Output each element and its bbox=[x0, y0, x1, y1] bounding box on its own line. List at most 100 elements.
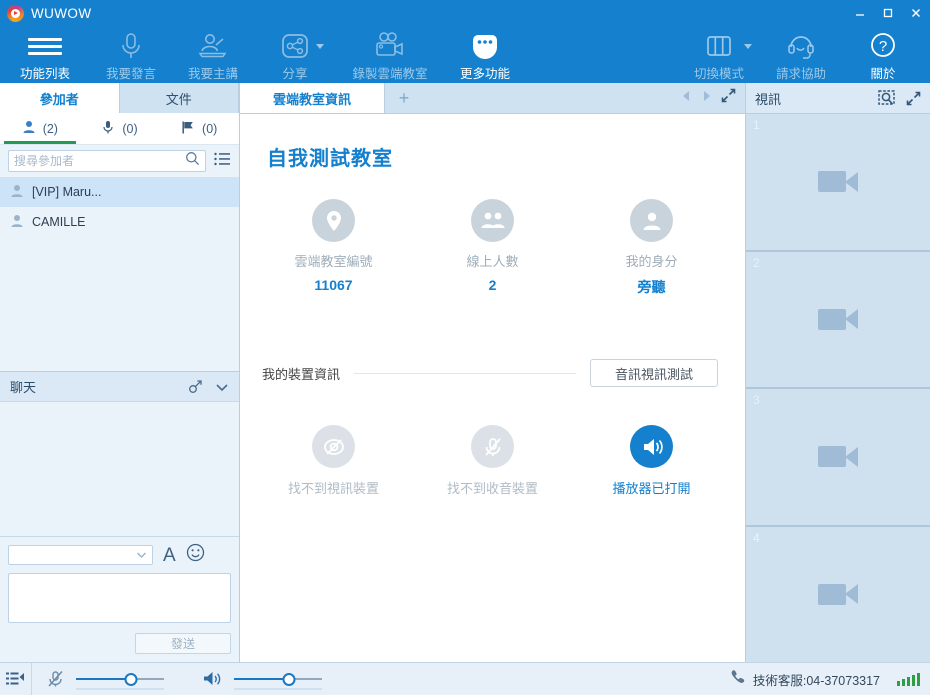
person-icon bbox=[10, 184, 24, 201]
toolbar-item-about[interactable]: ? 關於 bbox=[842, 28, 924, 83]
tab-participants[interactable]: 參加者 bbox=[0, 83, 120, 113]
page-title: 自我測試教室 bbox=[267, 148, 393, 170]
camera-placeholder-icon bbox=[818, 171, 858, 193]
participant-search-row bbox=[0, 145, 239, 177]
tab-documents[interactable]: 文件 bbox=[119, 83, 239, 113]
filter-raised-hand[interactable]: (0) bbox=[159, 120, 239, 138]
av-test-button[interactable]: 音訊視訊測試 bbox=[590, 359, 718, 387]
microphone-icon bbox=[118, 31, 144, 61]
list-view-icon[interactable] bbox=[214, 152, 231, 171]
speaker-volume-slider[interactable] bbox=[234, 672, 322, 690]
list-panel-icon[interactable] bbox=[0, 663, 32, 695]
filter-count: (0) bbox=[202, 121, 218, 136]
svg-text:?: ? bbox=[879, 38, 887, 55]
speaker-on-icon bbox=[630, 425, 673, 468]
popout-arrow-icon[interactable] bbox=[188, 379, 203, 394]
video-search-icon[interactable] bbox=[878, 89, 895, 107]
phone-icon bbox=[730, 669, 746, 690]
speaker-icon[interactable] bbox=[198, 670, 228, 688]
toolbar-item-menu[interactable]: 功能列表 bbox=[0, 28, 90, 83]
video-slot[interactable]: 3 bbox=[746, 389, 930, 527]
list-item[interactable]: CAMILLE bbox=[0, 207, 239, 237]
record-camera-icon bbox=[373, 31, 407, 61]
minimize-button[interactable] bbox=[846, 0, 874, 26]
search-icon[interactable] bbox=[185, 151, 200, 171]
status-bar: 技術客服:04-37073317 bbox=[0, 662, 930, 695]
chat-message-input[interactable] bbox=[8, 573, 231, 623]
toolbar-label: 切換模式 bbox=[693, 67, 744, 81]
chat-message-log bbox=[0, 402, 239, 536]
close-button[interactable] bbox=[902, 0, 930, 26]
tab-classroom-info[interactable]: 雲端教室資訊 bbox=[240, 83, 385, 113]
expand-diagonal-icon[interactable] bbox=[721, 88, 736, 108]
toolbar-right-group: 切換模式 請求協助 ? 關於 bbox=[678, 28, 924, 83]
device-section-label: 我的裝置資訊 bbox=[262, 366, 341, 382]
device-microphone[interactable]: 找不到收音裝置 bbox=[413, 425, 572, 497]
list-item[interactable]: [VIP] Maru... bbox=[0, 177, 239, 207]
chat-recipient-select[interactable] bbox=[8, 545, 153, 565]
camera-off-icon bbox=[312, 425, 355, 468]
toolbar-label: 我要主講 bbox=[187, 67, 238, 81]
center-panel: 雲端教室資訊 + 自我測試教室 雲端教室編號 11067 線上人數 2 我的身分… bbox=[240, 83, 745, 662]
chevron-down-icon[interactable] bbox=[215, 380, 229, 394]
chat-send-button[interactable]: 發送 bbox=[135, 633, 231, 654]
toolbar-item-more[interactable]: 更多功能 bbox=[444, 28, 526, 83]
filter-count: (0) bbox=[122, 121, 138, 136]
toolbar-label: 關於 bbox=[870, 67, 896, 81]
video-slot[interactable]: 4 bbox=[746, 526, 930, 662]
search-box[interactable] bbox=[8, 150, 206, 172]
layout-switch-icon bbox=[704, 31, 734, 61]
share-icon bbox=[280, 31, 310, 61]
app-title: WUWOW bbox=[31, 5, 92, 21]
video-slot[interactable]: 2 bbox=[746, 251, 930, 389]
toolbar-item-speak[interactable]: 我要發言 bbox=[90, 28, 172, 83]
toolbar-item-request-help[interactable]: 請求協助 bbox=[760, 28, 842, 83]
status-bar-right: 技術客服:04-37073317 bbox=[730, 669, 930, 690]
search-input[interactable] bbox=[14, 154, 185, 168]
chevron-down-icon[interactable] bbox=[744, 44, 752, 49]
microphone-volume-slider[interactable] bbox=[76, 672, 164, 690]
signal-bars-icon bbox=[897, 672, 920, 686]
toolbar-item-share[interactable]: 分享 bbox=[254, 28, 336, 83]
video-slot[interactable]: 1 bbox=[746, 114, 930, 252]
video-panel: 視訊 1 2 3 4 bbox=[745, 83, 930, 662]
video-slot-number: 2 bbox=[753, 255, 760, 270]
filter-all-participants[interactable]: (2) bbox=[0, 120, 80, 144]
camera-placeholder-icon bbox=[818, 583, 858, 605]
device-video[interactable]: 找不到視訊裝置 bbox=[254, 425, 413, 497]
camera-placeholder-icon bbox=[818, 308, 858, 330]
person-icon bbox=[22, 120, 36, 137]
participant-filter-bar: (2) (0) (0) bbox=[0, 113, 239, 145]
smiley-icon[interactable] bbox=[186, 543, 205, 567]
filter-count: (2) bbox=[42, 121, 58, 136]
video-slot-number: 3 bbox=[753, 393, 760, 407]
toolbar-label: 請求協助 bbox=[775, 67, 826, 81]
filter-speaking[interactable]: (0) bbox=[80, 120, 160, 138]
toolbar-item-record[interactable]: 錄製雲端教室 bbox=[336, 28, 444, 83]
stat-room-number: 雲端教室編號 11067 bbox=[254, 199, 413, 297]
chat-header: 聊天 bbox=[0, 371, 239, 402]
device-status-row: 找不到視訊裝置 找不到收音裝置 播放器已打開 bbox=[240, 425, 745, 497]
toolbar-item-switch-mode[interactable]: 切換模式 bbox=[678, 28, 760, 83]
maximize-button[interactable] bbox=[874, 0, 902, 26]
title-bar: WUWOW bbox=[0, 0, 930, 26]
device-label: 找不到視訊裝置 bbox=[287, 481, 379, 496]
video-panel-title: 視訊 bbox=[755, 91, 782, 107]
stat-value: 旁聽 bbox=[637, 279, 666, 295]
toolbar-item-present[interactable]: 我要主講 bbox=[172, 28, 254, 83]
triangle-left-icon[interactable] bbox=[681, 89, 692, 107]
chat-font-button[interactable]: A bbox=[163, 546, 176, 565]
presenter-icon bbox=[198, 31, 228, 61]
stat-label: 我的身分 bbox=[625, 254, 678, 269]
triangle-right-icon[interactable] bbox=[701, 89, 712, 107]
add-tab-button[interactable]: + bbox=[385, 83, 423, 113]
toolbar-label: 功能列表 bbox=[19, 67, 70, 81]
device-speaker[interactable]: 播放器已打開 bbox=[572, 425, 731, 497]
expand-diagonal-icon[interactable] bbox=[906, 91, 921, 106]
microphone-muted-icon[interactable] bbox=[40, 670, 70, 688]
chevron-down-icon[interactable] bbox=[316, 44, 324, 49]
person-icon bbox=[10, 214, 24, 231]
toolbar-label: 錄製雲端教室 bbox=[352, 67, 428, 81]
device-section-header: 我的裝置資訊 音訊視訊測試 bbox=[262, 359, 718, 387]
flag-icon bbox=[181, 120, 195, 138]
